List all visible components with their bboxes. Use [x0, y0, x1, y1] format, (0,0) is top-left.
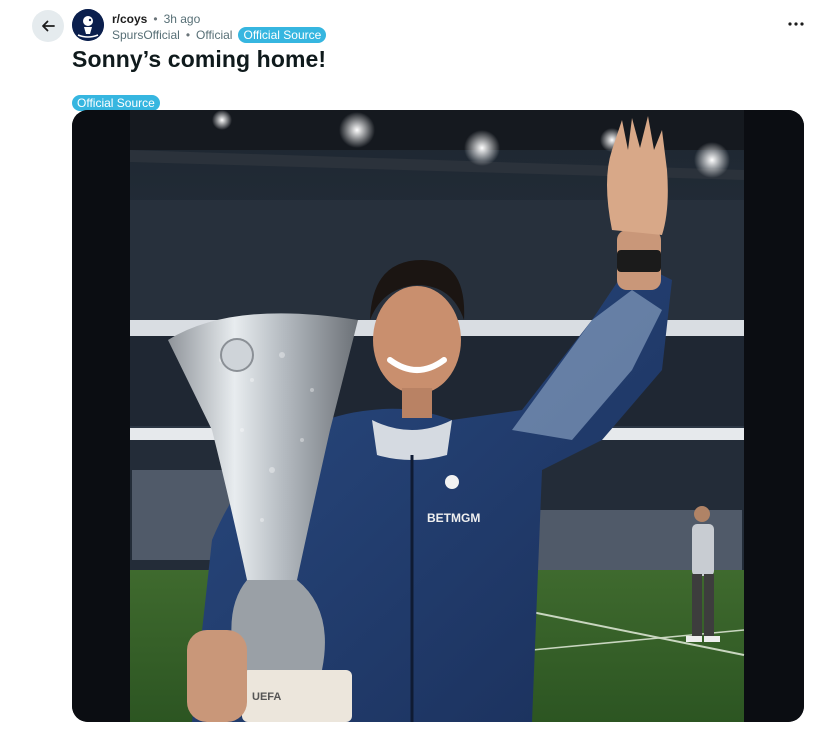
- arrow-left-icon: [42, 20, 55, 32]
- more-options-button[interactable]: [782, 12, 810, 36]
- meta-separator: •: [153, 12, 158, 26]
- sponsor-text: BETMGM: [427, 511, 480, 525]
- meta-separator: •: [185, 28, 191, 42]
- post-time: 3h ago: [163, 12, 201, 26]
- spurs-logo-icon: [72, 9, 104, 41]
- subreddit-link[interactable]: r/coys: [112, 11, 147, 27]
- author-flair-text: Official: [196, 28, 233, 42]
- author-flair-badge: Official Source: [238, 27, 327, 43]
- trophy-text: UEFA: [252, 691, 281, 703]
- post-flair-label: Official Source: [72, 95, 160, 111]
- author-link[interactable]: SpursOfficial: [112, 27, 180, 43]
- back-button[interactable]: [32, 10, 64, 42]
- stadium-photo: BETMGM UEFA: [72, 110, 804, 722]
- post-image[interactable]: BETMGM UEFA: [72, 110, 804, 722]
- subreddit-avatar[interactable]: [72, 9, 104, 41]
- post-meta: r/coys • 3h ago SpursOfficial • Official…: [112, 11, 327, 43]
- more-horizontal-icon: [788, 22, 804, 26]
- post-title[interactable]: Sonny’s coming home!: [72, 46, 326, 73]
